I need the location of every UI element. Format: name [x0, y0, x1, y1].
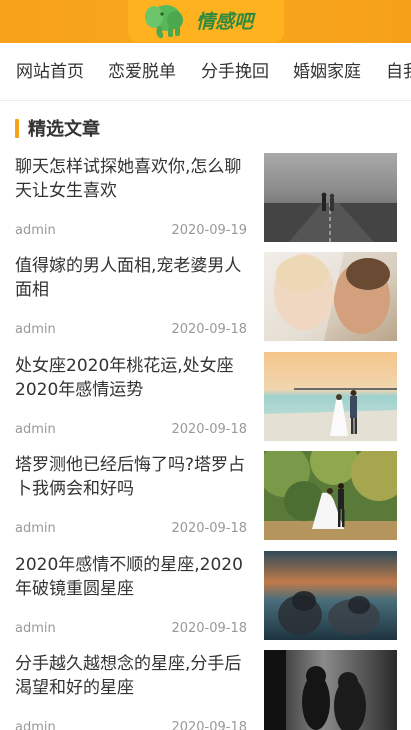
wedding-couple-park-photo[interactable] — [264, 451, 397, 540]
article-item[interactable]: 处女座2020年桃花运,处女座2020年感情运势 admin 2020-09-1… — [0, 352, 411, 452]
article-item[interactable]: 分手越久越想念的星座,分手后渴望和好的星座 admin 2020-09-18 — [0, 650, 411, 730]
article-title[interactable]: 塔罗测他已经后悔了吗?塔罗占卜我俩会和好吗 — [15, 453, 246, 501]
article-author: admin — [15, 521, 56, 536]
article-date: 2020-09-18 — [171, 422, 247, 437]
article-date: 2020-09-18 — [171, 521, 247, 536]
wedding-couple-beach-photo[interactable] — [264, 352, 397, 441]
bride-veil-kiss-photo[interactable] — [264, 252, 397, 341]
article-date: 2020-09-18 — [171, 621, 247, 636]
article-author: admin — [15, 720, 56, 730]
article-title[interactable]: 聊天怎样试探她喜欢你,怎么聊天让女生喜欢 — [15, 155, 246, 203]
article-title[interactable]: 2020年感情不顺的星座,2020年破镜重圆星座 — [15, 553, 246, 601]
logo-text: 情感吧 — [196, 10, 254, 33]
couple-sunset-photo[interactable] — [264, 551, 397, 640]
nav-item-home[interactable]: 网站首页 — [16, 61, 84, 83]
top-header: 情感吧 — [0, 0, 411, 43]
couple-silhouette-photo[interactable] — [264, 650, 397, 730]
elephant-icon — [145, 5, 183, 39]
couple-on-road-photo[interactable] — [264, 153, 397, 242]
nav-item-self[interactable]: 自我 — [386, 61, 411, 83]
section-accent-bar — [15, 118, 19, 138]
article-title[interactable]: 分手越久越想念的星座,分手后渴望和好的星座 — [15, 652, 246, 700]
article-date: 2020-09-19 — [171, 223, 247, 238]
nav-item-dating[interactable]: 恋爱脱单 — [108, 61, 176, 83]
article-date: 2020-09-18 — [171, 322, 247, 337]
article-title[interactable]: 值得嫁的男人面相,宠老婆男人面相 — [15, 254, 246, 302]
article-item[interactable]: 聊天怎样试探她喜欢你,怎么聊天让女生喜欢 admin 2020-09-19 — [0, 153, 411, 253]
article-author: admin — [15, 322, 56, 337]
article-item[interactable]: 值得嫁的男人面相,宠老婆男人面相 admin 2020-09-18 — [0, 252, 411, 352]
article-title[interactable]: 处女座2020年桃花运,处女座2020年感情运势 — [15, 354, 246, 402]
article-date: 2020-09-18 — [171, 720, 247, 730]
article-item[interactable]: 2020年感情不顺的星座,2020年破镜重圆星座 admin 2020-09-1… — [0, 551, 411, 651]
nav-item-breakup[interactable]: 分手挽回 — [201, 61, 269, 83]
nav-item-marriage[interactable]: 婚姻家庭 — [293, 61, 361, 83]
section-title: 精选文章 — [28, 119, 100, 140]
article-author: admin — [15, 223, 56, 238]
site-logo[interactable]: 情感吧 — [140, 0, 253, 40]
article-item[interactable]: 塔罗测他已经后悔了吗?塔罗占卜我俩会和好吗 admin 2020-09-18 — [0, 451, 411, 551]
section-heading: 精选文章 — [15, 116, 100, 140]
article-author: admin — [15, 422, 56, 437]
category-nav: 网站首页 恋爱脱单 分手挽回 婚姻家庭 自我 — [0, 43, 411, 101]
article-author: admin — [15, 621, 56, 636]
